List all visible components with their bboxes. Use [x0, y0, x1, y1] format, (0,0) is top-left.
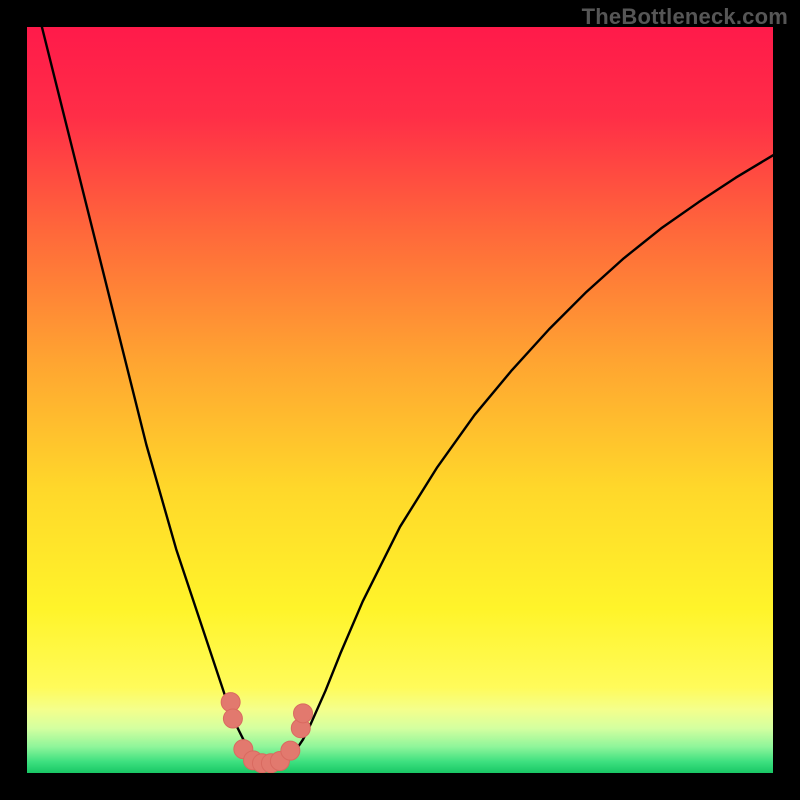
data-marker: [221, 693, 240, 712]
chart-frame: TheBottleneck.com: [0, 0, 800, 800]
plot-area: [27, 27, 773, 773]
data-marker: [223, 709, 242, 728]
data-marker: [281, 741, 300, 760]
data-marker: [294, 704, 313, 723]
watermark-text: TheBottleneck.com: [582, 4, 788, 30]
bottleneck-chart: [27, 27, 773, 773]
gradient-background: [27, 27, 773, 773]
